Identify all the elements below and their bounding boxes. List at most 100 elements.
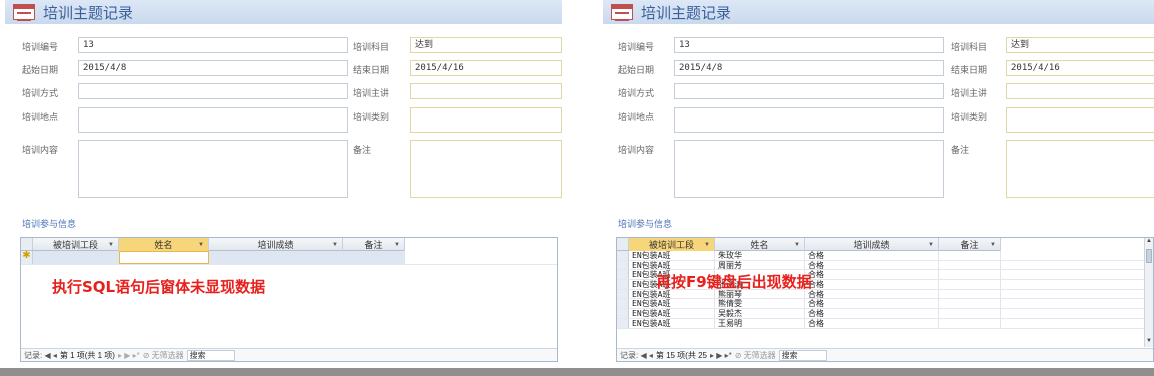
record-counter[interactable]: 第 1 项(共 1 项) <box>60 350 115 361</box>
end-date-field[interactable]: 2015/4/16 <box>1006 60 1154 76</box>
id-field[interactable]: 13 <box>674 37 944 53</box>
col-header-remark[interactable]: 备注 ▼ <box>343 238 405 251</box>
filter-label: 无筛选器 <box>151 350 184 360</box>
table-cell[interactable]: 合格 <box>805 309 939 318</box>
category-field[interactable] <box>1006 107 1154 133</box>
nav-first-prev[interactable]: 记录: ◀ ◂ <box>24 350 57 361</box>
table-cell[interactable] <box>939 280 1001 289</box>
scroll-up-icon[interactable]: ▲ <box>1145 238 1153 247</box>
content-field[interactable] <box>78 140 348 198</box>
nav-next-last[interactable]: ▸ ▶ ▸* <box>710 351 732 360</box>
col-header-score[interactable]: 培训成绩 ▼ <box>805 238 939 251</box>
chevron-down-icon[interactable]: ▼ <box>332 242 338 248</box>
table-cell[interactable]: 合格 <box>805 270 939 280</box>
row-selector[interactable] <box>617 251 629 260</box>
form-title: 培训主题记录 <box>641 3 732 22</box>
filter-indicator[interactable]: ⊘ 无筛选器 <box>735 350 776 361</box>
row-selector[interactable] <box>617 309 629 318</box>
label-category: 培训类别 <box>353 112 390 122</box>
table-row[interactable]: EN包装A班 朱玫华 合格 <box>617 251 1153 261</box>
table-cell[interactable] <box>939 260 1001 270</box>
chevron-down-icon[interactable]: ▼ <box>794 242 800 248</box>
method-field[interactable] <box>674 83 944 99</box>
row-selector-header[interactable] <box>21 238 33 250</box>
table-cell[interactable] <box>939 289 1001 299</box>
table-cell[interactable]: EN包装A班 <box>629 299 715 309</box>
location-field[interactable] <box>674 107 944 133</box>
table-row[interactable]: EN包装A班 熊倩雯 合格 <box>617 299 1153 310</box>
col-header-name[interactable]: 姓名 ▼ <box>715 238 805 251</box>
row-selector[interactable] <box>617 270 629 280</box>
table-cell[interactable]: 朱玫华 <box>715 251 805 260</box>
row-selector[interactable] <box>617 299 629 309</box>
lecturer-field[interactable] <box>410 83 562 99</box>
vertical-scrollbar[interactable]: ▲ ▼ <box>1144 238 1153 347</box>
table-cell[interactable] <box>939 251 1001 260</box>
end-date-field[interactable]: 2015/4/16 <box>410 60 562 76</box>
nav-next-last[interactable]: ▸ ▶ ▸* <box>118 351 140 360</box>
table-row[interactable]: EN包装A班 周丽芳 合格 <box>617 260 1153 271</box>
table-cell[interactable] <box>33 251 119 264</box>
table-cell[interactable] <box>343 251 405 264</box>
col-header-name[interactable]: 姓名 ▼ <box>119 238 209 251</box>
search-input[interactable]: 搜索 <box>778 349 827 361</box>
table-cell[interactable]: 王易明 <box>715 318 805 328</box>
chevron-down-icon[interactable]: ▼ <box>928 242 934 248</box>
id-field[interactable]: 13 <box>78 37 348 53</box>
table-cell[interactable]: 合格 <box>805 251 939 260</box>
chevron-down-icon[interactable]: ▼ <box>990 242 996 248</box>
table-cell[interactable]: 周丽芳 <box>715 260 805 270</box>
col-header-score[interactable]: 培训成绩 ▼ <box>209 238 343 251</box>
table-cell[interactable]: EN包装A班 <box>629 251 715 260</box>
location-field[interactable] <box>78 107 348 133</box>
chevron-down-icon[interactable]: ▼ <box>198 242 204 248</box>
table-cell[interactable] <box>939 270 1001 280</box>
search-input[interactable]: 搜索 <box>186 349 235 361</box>
filter-indicator[interactable]: ⊘ 无筛选器 <box>143 350 184 361</box>
table-cell[interactable]: 合格 <box>805 280 939 289</box>
start-date-field[interactable]: 2015/4/8 <box>78 60 348 76</box>
table-row-new[interactable]: ✱ <box>21 251 557 265</box>
subject-field[interactable]: 达到 <box>410 37 562 53</box>
row-selector[interactable] <box>617 318 629 328</box>
row-selector[interactable] <box>617 289 629 299</box>
table-cell[interactable]: 合格 <box>805 299 939 309</box>
chevron-down-icon[interactable]: ▼ <box>704 242 710 248</box>
start-date-field[interactable]: 2015/4/8 <box>674 60 944 76</box>
table-cell[interactable]: EN包装A班 <box>629 260 715 270</box>
table-cell-active[interactable] <box>119 251 209 264</box>
table-row[interactable]: EN包装A班 吴毅杰 合格 <box>617 309 1153 319</box>
row-selector-header[interactable] <box>617 238 629 250</box>
table-cell[interactable]: 合格 <box>805 289 939 299</box>
record-counter[interactable]: 第 15 项(共 25 <box>656 350 707 361</box>
category-field[interactable] <box>410 107 562 133</box>
col-header-label: 被培训工段 <box>52 240 98 250</box>
method-field[interactable] <box>78 83 348 99</box>
table-row[interactable]: EN包装A班 王易明 合格 <box>617 318 1153 329</box>
row-selector[interactable] <box>617 260 629 270</box>
lecturer-field[interactable] <box>1006 83 1154 99</box>
col-header-section[interactable]: 被培训工段 ▼ <box>33 238 119 251</box>
table-cell[interactable] <box>939 299 1001 309</box>
table-cell[interactable]: 合格 <box>805 260 939 270</box>
subject-field[interactable]: 达到 <box>1006 37 1154 53</box>
table-cell[interactable] <box>939 318 1001 328</box>
table-cell[interactable] <box>209 251 343 264</box>
nav-first-prev[interactable]: 记录: ◀ ◂ <box>620 350 653 361</box>
remark-field[interactable] <box>410 140 562 198</box>
col-header-section[interactable]: 被培训工段 ▼ <box>629 238 715 251</box>
table-cell[interactable] <box>939 309 1001 318</box>
content-field[interactable] <box>674 140 944 198</box>
table-cell[interactable]: 吴毅杰 <box>715 309 805 318</box>
remark-field[interactable] <box>1006 140 1154 198</box>
table-cell[interactable]: 合格 <box>805 318 939 328</box>
scroll-down-icon[interactable]: ▼ <box>1145 338 1153 347</box>
table-cell[interactable]: EN包装A班 <box>629 309 715 318</box>
table-cell[interactable]: EN包装A班 <box>629 318 715 328</box>
col-header-remark[interactable]: 备注 ▼ <box>939 238 1001 251</box>
chevron-down-icon[interactable]: ▼ <box>394 242 400 248</box>
table-cell[interactable]: 熊倩雯 <box>715 299 805 309</box>
row-selector[interactable] <box>617 280 629 289</box>
scroll-thumb[interactable] <box>1146 249 1152 263</box>
chevron-down-icon[interactable]: ▼ <box>108 242 114 248</box>
